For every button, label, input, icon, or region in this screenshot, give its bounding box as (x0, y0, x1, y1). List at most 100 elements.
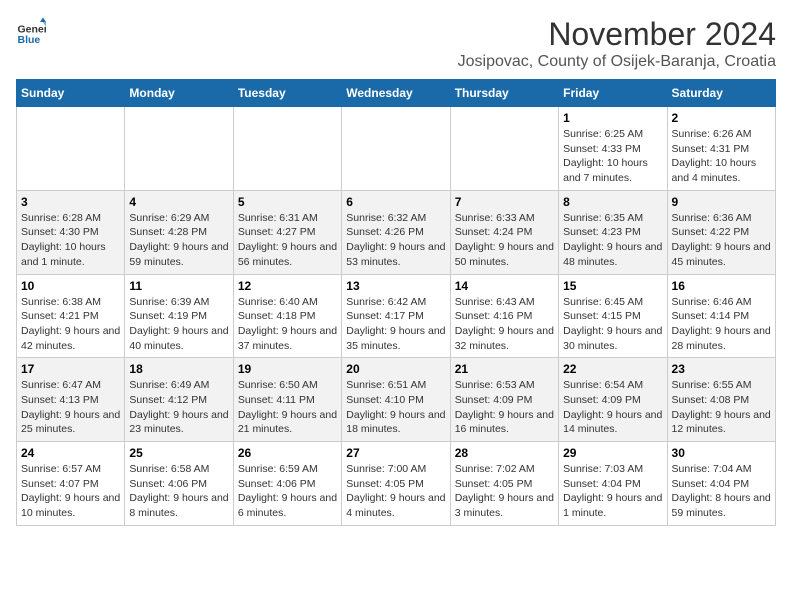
svg-text:Blue: Blue (18, 34, 41, 46)
day-number: 7 (455, 195, 554, 209)
calendar-day-cell: 18Sunrise: 6:49 AM Sunset: 4:12 PM Dayli… (125, 358, 233, 442)
day-info: Sunrise: 6:32 AM Sunset: 4:26 PM Dayligh… (346, 211, 445, 270)
day-info: Sunrise: 7:04 AM Sunset: 4:04 PM Dayligh… (672, 462, 771, 521)
day-number: 14 (455, 279, 554, 293)
calendar-day-cell: 1 Sunrise: 6:25 AM Sunset: 4:33 PM Daylig… (559, 107, 667, 191)
page-header: General Blue November 2024 Josipovac, Co… (16, 16, 776, 71)
day-info: Sunrise: 6:50 AM Sunset: 4:11 PM Dayligh… (238, 378, 337, 437)
day-number: 11 (129, 279, 228, 293)
day-info: Sunrise: 6:28 AM Sunset: 4:30 PM Dayligh… (21, 211, 120, 270)
day-info: Sunrise: 6:38 AM Sunset: 4:21 PM Dayligh… (21, 295, 120, 354)
day-info: Sunrise: 6:55 AM Sunset: 4:08 PM Dayligh… (672, 378, 771, 437)
day-info: Sunrise: 6:46 AM Sunset: 4:14 PM Dayligh… (672, 295, 771, 354)
calendar-week-row: 3 Sunrise: 6:28 AM Sunset: 4:30 PM Daylig… (17, 190, 776, 274)
calendar-day-cell: 11 Sunrise: 6:39 AM Sunset: 4:19 PM Dayli… (125, 274, 233, 358)
day-number: 21 (455, 362, 554, 376)
calendar-day-cell (342, 107, 450, 191)
weekday-header: Friday (559, 80, 667, 107)
day-info: Sunrise: 7:03 AM Sunset: 4:04 PM Dayligh… (563, 462, 662, 521)
day-info: Sunrise: 6:47 AM Sunset: 4:13 PM Dayligh… (21, 378, 120, 437)
calendar-day-cell: 7 Sunrise: 6:33 AM Sunset: 4:24 PM Daylig… (450, 190, 558, 274)
calendar-day-cell (125, 107, 233, 191)
day-info: Sunrise: 6:45 AM Sunset: 4:15 PM Dayligh… (563, 295, 662, 354)
weekday-header: Monday (125, 80, 233, 107)
day-info: Sunrise: 6:58 AM Sunset: 4:06 PM Dayligh… (129, 462, 228, 521)
title-block: November 2024 Josipovac, County of Osije… (458, 16, 776, 71)
calendar-header-row: SundayMondayTuesdayWednesdayThursdayFrid… (17, 80, 776, 107)
logo-icon: General Blue (16, 16, 46, 46)
calendar-week-row: 1 Sunrise: 6:25 AM Sunset: 4:33 PM Daylig… (17, 107, 776, 191)
calendar-day-cell: 25 Sunrise: 6:58 AM Sunset: 4:06 PM Dayli… (125, 442, 233, 526)
calendar-day-cell: 2 Sunrise: 6:26 AM Sunset: 4:31 PM Daylig… (667, 107, 775, 191)
day-info: Sunrise: 6:57 AM Sunset: 4:07 PM Dayligh… (21, 462, 120, 521)
calendar-day-cell: 5 Sunrise: 6:31 AM Sunset: 4:27 PM Daylig… (233, 190, 341, 274)
calendar-day-cell: 8 Sunrise: 6:35 AM Sunset: 4:23 PM Daylig… (559, 190, 667, 274)
calendar-day-cell: 6 Sunrise: 6:32 AM Sunset: 4:26 PM Daylig… (342, 190, 450, 274)
weekday-header: Wednesday (342, 80, 450, 107)
day-number: 2 (672, 111, 771, 125)
calendar-day-cell: 27Sunrise: 7:00 AM Sunset: 4:05 PM Dayli… (342, 442, 450, 526)
calendar-day-cell: 22 Sunrise: 6:54 AM Sunset: 4:09 PM Dayli… (559, 358, 667, 442)
day-info: Sunrise: 6:31 AM Sunset: 4:27 PM Dayligh… (238, 211, 337, 270)
calendar-day-cell: 28 Sunrise: 7:02 AM Sunset: 4:05 PM Dayli… (450, 442, 558, 526)
month-title: November 2024 (458, 16, 776, 53)
day-info: Sunrise: 6:59 AM Sunset: 4:06 PM Dayligh… (238, 462, 337, 521)
weekday-header: Saturday (667, 80, 775, 107)
day-info: Sunrise: 6:39 AM Sunset: 4:19 PM Dayligh… (129, 295, 228, 354)
day-number: 5 (238, 195, 337, 209)
calendar-day-cell: 13 Sunrise: 6:42 AM Sunset: 4:17 PM Dayli… (342, 274, 450, 358)
day-number: 23 (672, 362, 771, 376)
day-info: Sunrise: 6:54 AM Sunset: 4:09 PM Dayligh… (563, 378, 662, 437)
calendar-day-cell: 9Sunrise: 6:36 AM Sunset: 4:22 PM Daylig… (667, 190, 775, 274)
day-number: 28 (455, 446, 554, 460)
day-info: Sunrise: 6:35 AM Sunset: 4:23 PM Dayligh… (563, 211, 662, 270)
calendar-day-cell: 21 Sunrise: 6:53 AM Sunset: 4:09 PM Dayli… (450, 358, 558, 442)
calendar-day-cell: 29Sunrise: 7:03 AM Sunset: 4:04 PM Dayli… (559, 442, 667, 526)
calendar-day-cell: 3 Sunrise: 6:28 AM Sunset: 4:30 PM Daylig… (17, 190, 125, 274)
calendar-day-cell (17, 107, 125, 191)
calendar-table: SundayMondayTuesdayWednesdayThursdayFrid… (16, 79, 776, 526)
day-info: Sunrise: 7:02 AM Sunset: 4:05 PM Dayligh… (455, 462, 554, 521)
calendar-day-cell: 12 Sunrise: 6:40 AM Sunset: 4:18 PM Dayli… (233, 274, 341, 358)
day-info: Sunrise: 6:26 AM Sunset: 4:31 PM Dayligh… (672, 127, 771, 186)
day-number: 8 (563, 195, 662, 209)
day-number: 1 (563, 111, 662, 125)
calendar-day-cell: 20 Sunrise: 6:51 AM Sunset: 4:10 PM Dayli… (342, 358, 450, 442)
calendar-day-cell: 19 Sunrise: 6:50 AM Sunset: 4:11 PM Dayli… (233, 358, 341, 442)
day-number: 26 (238, 446, 337, 460)
calendar-week-row: 10Sunrise: 6:38 AM Sunset: 4:21 PM Dayli… (17, 274, 776, 358)
day-number: 6 (346, 195, 445, 209)
day-number: 19 (238, 362, 337, 376)
day-number: 15 (563, 279, 662, 293)
day-number: 3 (21, 195, 120, 209)
day-info: Sunrise: 6:33 AM Sunset: 4:24 PM Dayligh… (455, 211, 554, 270)
day-info: Sunrise: 6:49 AM Sunset: 4:12 PM Dayligh… (129, 378, 228, 437)
day-info: Sunrise: 6:42 AM Sunset: 4:17 PM Dayligh… (346, 295, 445, 354)
calendar-week-row: 24 Sunrise: 6:57 AM Sunset: 4:07 PM Dayli… (17, 442, 776, 526)
day-info: Sunrise: 6:25 AM Sunset: 4:33 PM Dayligh… (563, 127, 662, 186)
day-number: 13 (346, 279, 445, 293)
day-info: Sunrise: 6:51 AM Sunset: 4:10 PM Dayligh… (346, 378, 445, 437)
day-number: 25 (129, 446, 228, 460)
calendar-day-cell: 16 Sunrise: 6:46 AM Sunset: 4:14 PM Dayli… (667, 274, 775, 358)
calendar-day-cell: 26 Sunrise: 6:59 AM Sunset: 4:06 PM Dayli… (233, 442, 341, 526)
location-subtitle: Josipovac, County of Osijek-Baranja, Cro… (458, 53, 776, 71)
day-info: Sunrise: 6:40 AM Sunset: 4:18 PM Dayligh… (238, 295, 337, 354)
day-info: Sunrise: 6:29 AM Sunset: 4:28 PM Dayligh… (129, 211, 228, 270)
day-number: 16 (672, 279, 771, 293)
calendar-day-cell: 24 Sunrise: 6:57 AM Sunset: 4:07 PM Dayli… (17, 442, 125, 526)
calendar-day-cell: 10Sunrise: 6:38 AM Sunset: 4:21 PM Dayli… (17, 274, 125, 358)
weekday-header: Tuesday (233, 80, 341, 107)
weekday-header: Thursday (450, 80, 558, 107)
calendar-day-cell (450, 107, 558, 191)
day-info: Sunrise: 6:36 AM Sunset: 4:22 PM Dayligh… (672, 211, 771, 270)
day-number: 12 (238, 279, 337, 293)
day-number: 22 (563, 362, 662, 376)
weekday-header: Sunday (17, 80, 125, 107)
day-info: Sunrise: 6:53 AM Sunset: 4:09 PM Dayligh… (455, 378, 554, 437)
calendar-day-cell: 17Sunrise: 6:47 AM Sunset: 4:13 PM Dayli… (17, 358, 125, 442)
day-number: 20 (346, 362, 445, 376)
calendar-day-cell: 23 Sunrise: 6:55 AM Sunset: 4:08 PM Dayli… (667, 358, 775, 442)
day-number: 24 (21, 446, 120, 460)
day-number: 27 (346, 446, 445, 460)
